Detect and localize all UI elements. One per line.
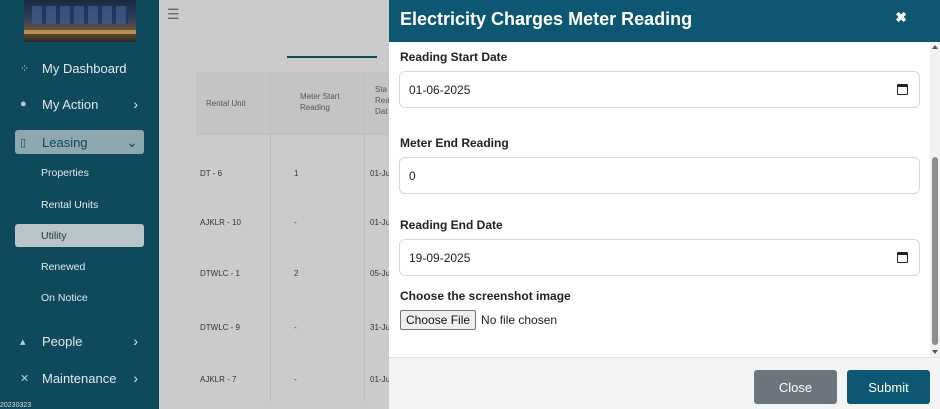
sidebar-subitem-utility[interactable]: Utility [15, 224, 144, 247]
screenshot-label: Choose the screenshot image [400, 289, 571, 303]
cell-unit: AJKLR - 7 [200, 375, 237, 384]
sidebar-item-maintenance[interactable]: ✕ Maintenance › [15, 366, 144, 390]
reading-start-date-label: Reading Start Date [400, 50, 508, 64]
reading-start-date-input[interactable]: 01-06-2025 [399, 71, 920, 108]
sidebar-item-my-dashboard[interactable]: ⁘ My Dashboard [15, 56, 144, 80]
modal-header: Electricity Charges Meter Reading ✖ [389, 0, 940, 42]
sidebar-subitem-rental-units[interactable]: Rental Units [15, 193, 144, 216]
cell-date: 01-Ju [370, 218, 391, 227]
cell-start: - [294, 218, 297, 227]
close-button[interactable]: Close [754, 370, 837, 404]
grid-icon: ⁘ [20, 62, 30, 75]
reading-start-date-value: 01-06-2025 [409, 82, 471, 97]
modal-footer: Close Submit [389, 357, 940, 409]
column-header-meter-start-reading: Meter Start Reading [300, 92, 340, 112]
file-input: Choose File No file chosen [400, 310, 557, 330]
chevron-right-icon: › [133, 333, 138, 349]
chevron-down-icon: ⌄ [126, 133, 138, 150]
sidebar-item-label: Maintenance [42, 370, 117, 386]
modal-title: Electricity Charges Meter Reading [400, 9, 693, 29]
tools-icon: ✕ [20, 372, 30, 385]
people-icon: ▴ [20, 335, 26, 348]
sidebar-subitem-properties[interactable]: Properties [15, 161, 144, 184]
calendar-icon[interactable] [897, 84, 908, 95]
calendar-icon[interactable] [897, 252, 908, 263]
choose-file-button[interactable]: Choose File [400, 310, 477, 330]
modal-scrollbar[interactable] [930, 42, 940, 357]
sidebar-item-leasing[interactable]: ▯ Leasing ⌄ [15, 130, 144, 154]
chevron-right-icon: › [133, 370, 138, 386]
reading-end-date-value: 19-09-2025 [409, 250, 471, 265]
property-image [24, 0, 136, 42]
cell-unit: DTWLC - 1 [200, 269, 240, 278]
cell-unit: DTWLC - 9 [200, 323, 240, 332]
cell-unit: DT - 6 [200, 169, 223, 178]
sidebar-subitem-renewed[interactable]: Renewed [15, 255, 144, 278]
sidebar: ⁘ My Dashboard ● My Action › ▯ Leasing ⌄… [0, 0, 159, 409]
reading-end-date-label: Reading End Date [400, 218, 503, 232]
cell-start: 2 [294, 269, 299, 278]
active-tab-underline [287, 56, 377, 58]
meter-reading-modal: Electricity Charges Meter Reading ✖ Read… [389, 0, 940, 409]
scroll-up-arrow-icon[interactable] [932, 45, 938, 49]
cell-start: 1 [294, 169, 299, 178]
cell-start: - [294, 323, 297, 332]
sidebar-subitem-on-notice[interactable]: On Notice [15, 286, 144, 309]
key-icon: ▯ [20, 136, 27, 149]
sidebar-item-label: People [42, 333, 83, 349]
column-divider [270, 72, 271, 402]
submit-button[interactable]: Submit [847, 370, 930, 404]
cell-date: 05-Ju [370, 269, 391, 278]
hamburger-menu-icon[interactable]: ☰ [167, 7, 181, 21]
scroll-down-arrow-icon[interactable] [932, 350, 938, 354]
cell-start: - [294, 375, 297, 384]
reading-end-date-input[interactable]: 19-09-2025 [399, 239, 920, 276]
column-header-rental-unit: Rental Unit [206, 99, 246, 108]
sidebar-item-label: My Dashboard [42, 60, 127, 76]
file-status-text: No file chosen [481, 313, 558, 327]
footer-text: 20230323 [0, 402, 32, 409]
modal-body: Reading Start Date 01-06-2025 Meter End … [389, 42, 930, 357]
column-divider [364, 72, 365, 402]
cell-date: 01-Ju [370, 375, 391, 384]
column-header-start-reading-date: Sta Rea Dat [375, 85, 390, 116]
close-icon[interactable]: ✖ [895, 9, 907, 26]
meter-end-reading-label: Meter End Reading [400, 136, 509, 150]
sidebar-item-my-action[interactable]: ● My Action › [15, 92, 144, 116]
sidebar-item-label: Leasing [42, 134, 88, 150]
chevron-right-icon: › [133, 96, 138, 112]
scroll-thumb[interactable] [932, 157, 938, 345]
meter-end-reading-value: 0 [409, 168, 416, 183]
person-icon: ● [20, 98, 27, 110]
cell-date: 01-Ju [370, 169, 391, 178]
meter-end-reading-input[interactable]: 0 [399, 157, 920, 194]
sidebar-item-label: My Action [42, 96, 99, 112]
sidebar-item-people[interactable]: ▴ People › [15, 329, 144, 353]
cell-unit: AJKLR - 10 [200, 218, 241, 227]
cell-date: 31-Ju [370, 323, 391, 332]
table-row-divider [196, 134, 396, 135]
